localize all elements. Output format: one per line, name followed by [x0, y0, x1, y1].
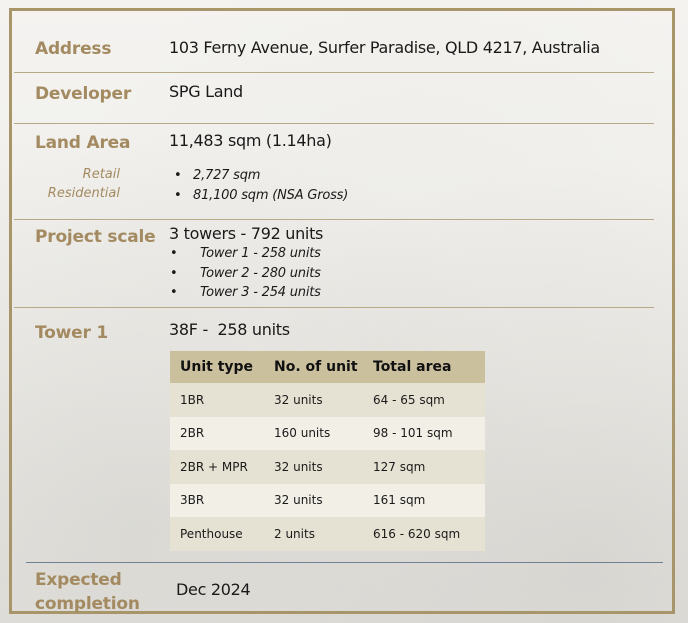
- table-cell: 2BR + MPR: [170, 450, 264, 484]
- divider: [14, 123, 654, 124]
- column-header-total-area: Total area: [363, 351, 485, 383]
- residential-sublabel: Residential: [47, 186, 120, 201]
- table-cell: 32 units: [264, 483, 363, 517]
- table-cell: 64 - 65 sqm: [363, 383, 485, 417]
- divider: [14, 72, 654, 73]
- expected-completion-label-line2: completion: [35, 594, 140, 614]
- table-cell: 1BR: [170, 383, 264, 417]
- land-area-label: Land Area: [35, 133, 131, 153]
- list-item: • 2,727 sqm: [174, 168, 261, 183]
- address-value: 103 Ferny Avenue, Surfer Paradise, QLD 4…: [169, 38, 600, 57]
- table-row: 1BR 32 units 64 - 65 sqm: [170, 383, 485, 417]
- expected-completion-label-line1: Expected: [35, 570, 122, 590]
- project-scale-label: Project scale: [35, 227, 156, 247]
- list-item: • 81,100 sqm (NSA Gross): [174, 187, 349, 203]
- list-item: • Tower 2 - 280 units: [170, 265, 321, 281]
- table-cell: 2BR: [170, 416, 264, 450]
- tower1-value: 38F - 258 units: [169, 320, 290, 339]
- table-cell: 161 sqm: [363, 483, 485, 517]
- table-cell: 98 - 101 sqm: [363, 416, 485, 450]
- column-header-no-of-unit: No. of unit: [264, 351, 363, 383]
- table-cell: 32 units: [264, 383, 363, 417]
- retail-sublabel: Retail: [82, 167, 120, 182]
- project-scale-value: 3 towers - 792 units: [169, 224, 324, 243]
- land-area-value: 11,483 sqm (1.14ha): [169, 131, 332, 150]
- table-cell: 2 units: [264, 517, 363, 551]
- table-row: Penthouse 2 units 616 - 620 sqm: [170, 517, 485, 551]
- table-cell: 32 units: [264, 450, 363, 484]
- divider: [26, 562, 663, 563]
- unit-table: Unit type No. of unit Total area 1BR 32 …: [170, 351, 485, 551]
- table-row: 2BR + MPR 32 units 127 sqm: [170, 450, 485, 484]
- table-cell: 127 sqm: [363, 450, 485, 484]
- table-cell: 616 - 620 sqm: [363, 517, 485, 551]
- table-row: 3BR 32 units 161 sqm: [170, 483, 485, 517]
- divider: [14, 219, 654, 220]
- list-item: • Tower 3 - 254 units: [170, 285, 321, 300]
- divider: [14, 307, 654, 308]
- table-header-row: Unit type No. of unit Total area: [170, 351, 485, 383]
- tower-list: • Tower 1 - 258 units • Tower 2 - 280 unit…: [170, 244, 321, 303]
- address-label: Address: [35, 39, 112, 59]
- table-cell: Penthouse: [170, 517, 264, 551]
- developer-label: Developer: [35, 84, 132, 104]
- list-item: • Tower 1 - 258 units: [170, 246, 321, 261]
- table-row: 2BR 160 units 98 - 101 sqm: [170, 416, 485, 450]
- table-cell: 3BR: [170, 483, 264, 517]
- column-header-unit-type: Unit type: [170, 351, 264, 383]
- developer-value: SPG Land: [169, 82, 243, 101]
- tower1-label: Tower 1: [35, 323, 108, 343]
- table-cell: 160 units: [264, 416, 363, 450]
- expected-completion-value: Dec 2024: [176, 580, 251, 599]
- land-area-list: • 2,727 sqm • 81,100 sqm (NSA Gross): [174, 166, 348, 205]
